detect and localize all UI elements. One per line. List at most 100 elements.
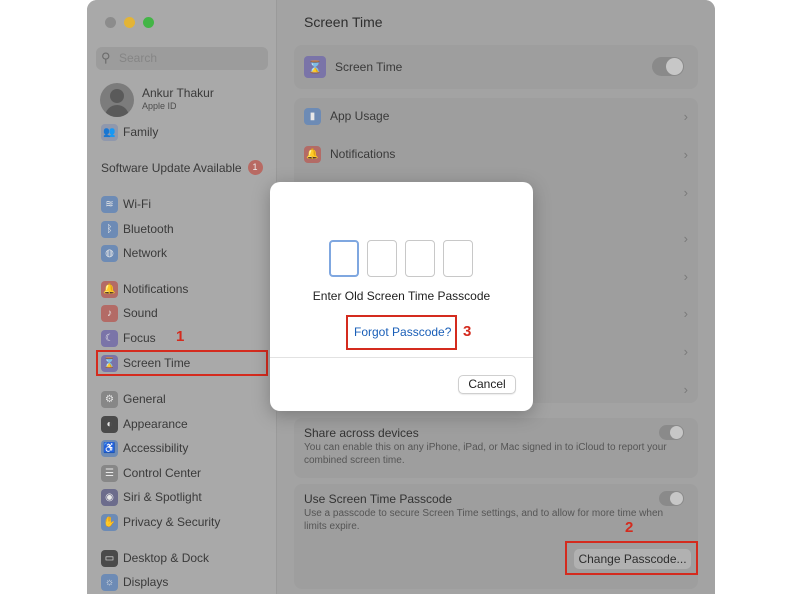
gear-icon: ⚙ [101,390,118,408]
avatar[interactable] [100,83,134,117]
passcode-toggle[interactable] [659,491,684,506]
user-name[interactable]: Ankur Thakur [142,86,214,100]
globe-icon: ◍ [101,244,118,262]
share-title: Share across devices [304,426,419,440]
sidebar-item-accessibility[interactable]: ♿ Accessibility [101,438,188,458]
update-badge: 1 [247,160,263,175]
highlight-change-passcode [565,541,698,575]
sidebar-item-label: General [123,392,166,406]
screen-time-toggle[interactable] [652,57,684,76]
desktop-icon: ▭ [101,549,118,567]
sidebar-item-appearance[interactable]: ◐ Appearance [101,414,188,434]
sidebar-item-sound[interactable]: ♪ Sound [101,303,158,323]
passcode-description: Use a passcode to secure Screen Time set… [304,508,664,532]
sidebar-item-displays[interactable]: ☼ Displays [101,572,168,592]
page-title: Screen Time [304,14,383,30]
annotation-3: 3 [463,323,472,340]
sidebar-item-general[interactable]: ⚙ General [101,389,166,409]
control-center-icon: ☰ [101,464,118,482]
sidebar-item-label: Sound [123,306,158,320]
user-subtitle: Apple ID [142,101,177,111]
app-usage-label: App Usage [330,109,390,123]
siri-icon: ◉ [101,488,118,506]
sidebar-item-control-center[interactable]: ☰ Control Center [101,463,201,483]
moon-icon: ☾ [101,329,118,347]
appearance-icon: ◐ [101,415,118,433]
share-card: Share across devices You can enable this… [294,418,698,478]
chevron-right-icon: › [683,230,688,246]
bluetooth-icon: ᛒ [101,220,118,238]
sidebar-item-wifi[interactable]: ≋ Wi-Fi [101,194,151,214]
chevron-right-icon: › [683,343,688,359]
sidebar-item-label: Appearance [123,417,188,431]
minimize-light[interactable] [124,17,135,28]
sidebar-item-bluetooth[interactable]: ᛒ Bluetooth [101,219,174,239]
dialog-prompt: Enter Old Screen Time Passcode [312,289,491,303]
chevron-right-icon: › [683,184,688,200]
passcode-digit-4[interactable] [443,240,473,277]
hand-icon: ✋ [101,513,118,531]
family-icon: 👥 [101,123,118,141]
notifications-row[interactable]: 🔔 Notifications › [294,136,698,172]
sun-icon: ☼ [101,573,118,591]
sidebar-item-label: Notifications [123,282,189,296]
sidebar: ⚲ Search Ankur Thakur Apple ID 👥 Family … [87,0,277,594]
highlight-screen-time [96,350,268,376]
sidebar-item-notifications[interactable]: 🔔 Notifications [101,279,188,299]
share-description: You can enable this on any iPhone, iPad,… [304,442,667,466]
chart-icon: ▮ [304,107,321,125]
sidebar-item-label: Bluetooth [123,222,174,236]
passcode-title: Use Screen Time Passcode [304,492,453,506]
passcode-digit-3[interactable] [405,240,435,277]
close-light[interactable] [105,17,116,28]
sidebar-item-siri[interactable]: ◉ Siri & Spotlight [101,487,202,507]
chevron-right-icon: › [683,268,688,284]
search-icon: ⚲ [101,50,111,65]
sidebar-item-label: Wi-Fi [123,197,151,211]
passcode-digit-2[interactable] [367,240,397,277]
chevron-right-icon: › [683,381,688,397]
accessibility-icon: ♿ [101,439,118,457]
software-update-item[interactable]: Software Update Available 1 [101,160,263,175]
annotation-1: 1 [176,328,185,345]
sidebar-item-label: Accessibility [123,441,189,455]
screen-time-row: ⌛ Screen Time [294,49,698,85]
speaker-icon: ♪ [101,304,118,322]
sidebar-item-privacy[interactable]: ✋ Privacy & Security [101,512,220,532]
sidebar-item-label: Control Center [123,466,202,480]
sidebar-item-network[interactable]: ◍ Network [101,243,167,263]
passcode-digit-1[interactable] [329,240,359,277]
share-toggle[interactable] [659,425,684,440]
screen-time-row-label: Screen Time [335,60,403,74]
sidebar-item-label: Displays [123,575,169,589]
sidebar-item-label: Network [123,246,168,260]
software-update-label: Software Update Available [101,160,242,175]
dialog-divider [270,357,533,358]
wifi-icon: ≋ [101,195,118,213]
bell-icon: 🔔 [304,145,321,163]
zoom-light[interactable] [143,17,154,28]
hourglass-icon: ⌛ [304,56,326,78]
chevron-right-icon: › [683,305,688,321]
sidebar-item-focus[interactable]: ☾ Focus [101,328,156,348]
sidebar-item-label: Desktop & Dock [123,551,210,565]
cancel-button[interactable]: Cancel [458,375,516,394]
sidebar-item-label: Siri & Spotlight [123,490,202,504]
window-controls [105,17,154,28]
highlight-forgot-passcode [346,315,457,350]
sidebar-item-family[interactable]: 👥 Family [101,122,158,142]
sidebar-item-label: Family [123,125,159,139]
search-input[interactable]: ⚲ Search [96,47,268,70]
sidebar-item-desktop[interactable]: ▭ Desktop & Dock [101,548,209,568]
bell-icon: 🔔 [101,280,118,298]
search-placeholder: Search [119,51,158,65]
sidebar-item-label: Privacy & Security [123,515,221,529]
app-usage-row[interactable]: ▮ App Usage › [294,98,698,134]
passcode-dialog: Enter Old Screen Time Passcode Forgot Pa… [270,182,533,411]
annotation-2: 2 [625,519,634,536]
chevron-right-icon: › [683,108,688,124]
screen-time-card: ⌛ Screen Time [294,45,698,89]
chevron-right-icon: › [683,146,688,162]
notifications-label: Notifications [330,147,396,161]
sidebar-item-label: Focus [123,331,156,345]
